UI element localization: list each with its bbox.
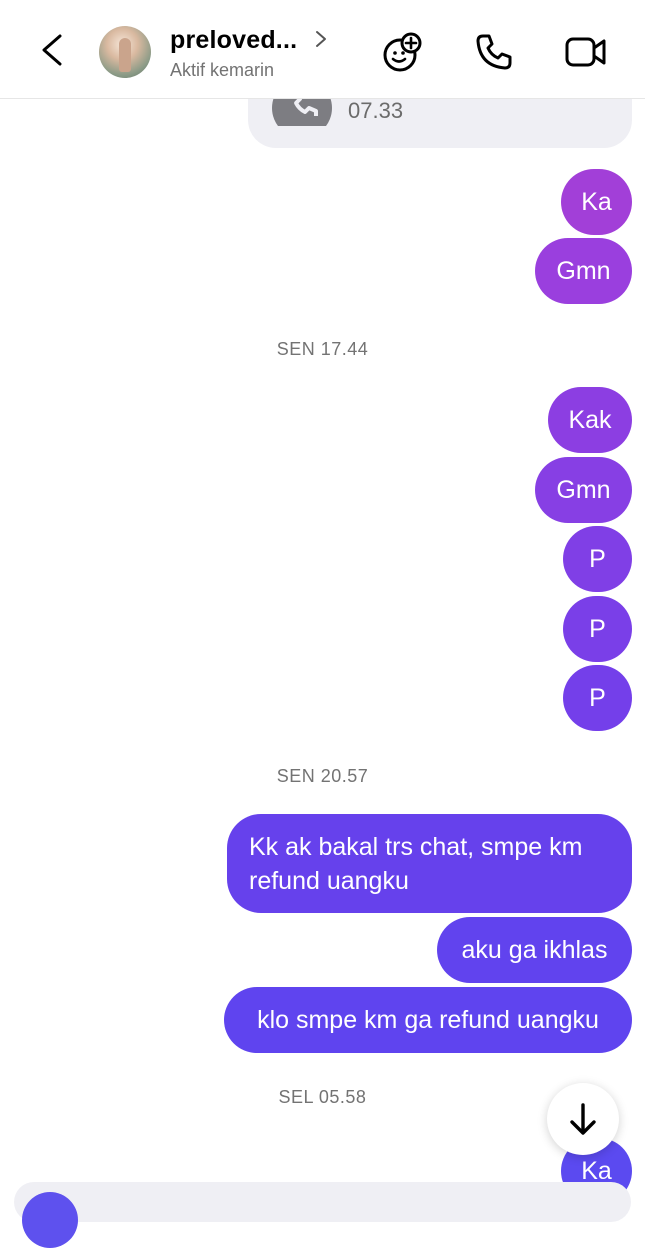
camera-button[interactable] (22, 1192, 78, 1248)
call-time: 07.33 (348, 98, 404, 123)
sent-message[interactable]: aku ga ikhlas (437, 917, 632, 983)
sent-message[interactable]: Gmn (535, 457, 632, 523)
sent-message[interactable]: Kak (548, 387, 632, 453)
video-camera-icon (565, 37, 606, 67)
timestamp: SEL 05.58 (278, 1087, 367, 1107)
chat-header: preloved... Aktif kemarin (0, 0, 645, 99)
activity-status: Aktif kemarin (170, 60, 275, 80)
sent-message[interactable]: Ka (561, 169, 632, 235)
chevron-left-icon (42, 34, 62, 66)
sent-message[interactable]: Gmn (535, 238, 632, 304)
back-button[interactable] (30, 28, 74, 72)
contact-name[interactable]: preloved... (170, 26, 297, 55)
sent-message[interactable]: Kk ak bakal trs chat, smpe km refund uan… (227, 814, 632, 913)
timestamp: SEN 20.57 (276, 766, 369, 786)
voice-call-button[interactable] (472, 30, 516, 74)
message-composer[interactable] (14, 1182, 631, 1222)
chevron-right-icon[interactable] (312, 28, 330, 50)
sticker-add-icon (383, 32, 422, 72)
timestamp: SEN 17.44 (276, 339, 369, 359)
video-call-button[interactable] (564, 30, 608, 74)
sent-message[interactable]: klo smpe km ga refund uangku (224, 987, 632, 1053)
phone-icon (476, 34, 512, 70)
scroll-to-bottom-button[interactable] (547, 1083, 619, 1155)
sent-message[interactable]: P (563, 665, 632, 731)
arrow-down-icon (570, 1103, 596, 1135)
sent-message[interactable]: P (563, 596, 632, 662)
sticker-button[interactable] (381, 30, 425, 74)
avatar[interactable] (99, 26, 151, 78)
sent-message[interactable]: P (563, 526, 632, 592)
